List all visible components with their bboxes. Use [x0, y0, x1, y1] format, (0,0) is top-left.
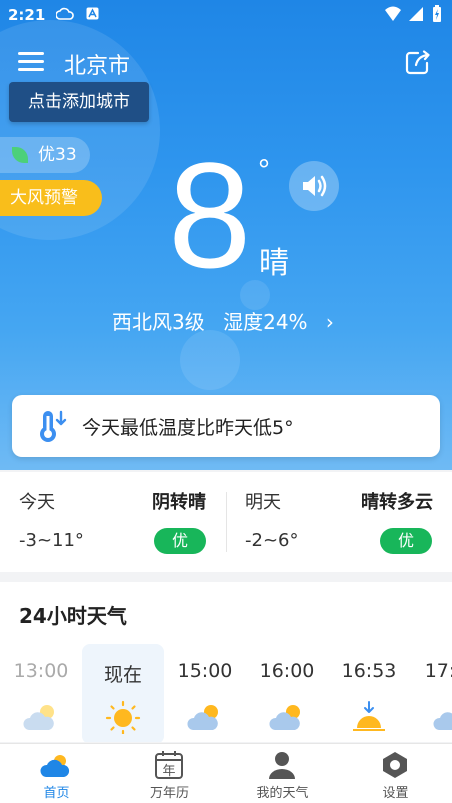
voice-broadcast-button[interactable]: [289, 161, 339, 211]
wind-level: 西北风3级: [112, 310, 205, 334]
hour-time: 现在: [103, 664, 142, 686]
forecast-condition: 阴转晴: [152, 492, 206, 513]
settings-icon: [383, 752, 407, 778]
tab-settings[interactable]: 设置: [339, 744, 452, 803]
current-temperature: 8: [168, 131, 252, 299]
leaf-icon: [12, 147, 28, 163]
hour-item[interactable]: 17:: [410, 644, 452, 742]
hour-item-now[interactable]: 现在: [82, 644, 164, 742]
hour-item[interactable]: 15:00: [164, 644, 246, 742]
signal-icon: [409, 7, 423, 21]
hourly-title: 24小时天气: [19, 604, 127, 628]
status-time: 2:21: [8, 6, 46, 24]
tab-calendar[interactable]: 年 万年历: [113, 744, 226, 803]
status-bar: 2:21: [0, 0, 452, 30]
app-notification-icon: [86, 7, 99, 20]
tab-label: 首页: [43, 786, 70, 801]
hour-time: 15:00: [177, 660, 233, 682]
two-day-forecast: 今天 阴转晴 -3~11° 优 明天 晴转多云 -2~6° 优: [0, 472, 452, 572]
hour-item[interactable]: 13:00: [0, 644, 82, 742]
wind-humidity-row[interactable]: 西北风3级 湿度24% ›: [112, 306, 334, 335]
calendar-icon-text: 年: [162, 764, 175, 779]
cloud-status-icon: [56, 7, 74, 20]
chevron-right-icon: ›: [325, 310, 334, 334]
tab-my-weather[interactable]: 我的天气: [226, 744, 339, 803]
hour-time: 17:: [424, 660, 452, 682]
tab-label: 我的天气: [256, 786, 309, 801]
tab-label: 设置: [382, 786, 409, 801]
partly-cloudy-icon: [23, 705, 54, 730]
light-flare: [180, 330, 240, 390]
forecast-day: 明天: [245, 492, 281, 513]
bottom-tab-bar: 首页 年 万年历 我的天气 设置: [0, 743, 452, 803]
partly-cloudy-icon: [269, 705, 300, 730]
tab-home[interactable]: 首页: [0, 744, 113, 803]
cloud-icon: [433, 712, 452, 730]
weather-home-icon: [40, 755, 70, 777]
hour-time: 16:53: [341, 660, 397, 682]
hour-time: 16:00: [259, 660, 315, 682]
forecast-aqi-badge: 优: [380, 528, 432, 554]
partly-cloudy-icon: [187, 705, 218, 730]
hour-item[interactable]: 16:53: [328, 644, 410, 742]
share-icon[interactable]: [404, 50, 432, 76]
wifi-icon: [385, 6, 401, 21]
forecast-tomorrow[interactable]: 明天 晴转多云 -2~6° 优: [227, 472, 452, 572]
forecast-today[interactable]: 今天 阴转晴 -3~11° 优: [0, 472, 226, 572]
hour-item[interactable]: 16:00: [246, 644, 328, 742]
forecast-day: 今天: [19, 492, 55, 513]
hourly-weather: 24小时天气 13:00 现在 15:00 16:00 16:53 17: [0, 582, 452, 742]
forecast-condition: 晴转多云: [361, 492, 433, 513]
sun-icon: [105, 700, 141, 734]
tab-label: 万年历: [149, 786, 189, 801]
top-header: 北京市: [0, 40, 452, 84]
notice-text: 今天最低温度比昨天低5°: [82, 417, 294, 439]
add-city-tooltip[interactable]: 点击添加城市: [9, 82, 149, 122]
wind-warning-badge[interactable]: 大风预警: [0, 180, 102, 216]
aqi-label: 优33: [38, 145, 77, 165]
aqi-badge[interactable]: 优33: [0, 137, 90, 173]
menu-icon[interactable]: [18, 52, 44, 72]
battery-charging-icon: [433, 5, 441, 22]
hour-time: 13:00: [13, 660, 69, 682]
speaker-icon: [303, 175, 327, 197]
calendar-icon: 年: [155, 751, 183, 779]
degree-symbol: °: [258, 154, 270, 187]
humidity: 湿度24%: [223, 310, 308, 334]
city-name[interactable]: 北京市: [64, 48, 130, 80]
user-icon: [269, 752, 295, 779]
temperature-notice-card[interactable]: 今天最低温度比昨天低5°: [12, 395, 440, 457]
forecast-range: -2~6°: [245, 530, 299, 551]
thermometer-icon: [40, 410, 67, 442]
forecast-aqi-badge: 优: [154, 528, 206, 554]
weather-condition: 晴: [259, 246, 289, 281]
sunset-icon: [353, 701, 385, 731]
forecast-range: -3~11°: [19, 530, 84, 551]
